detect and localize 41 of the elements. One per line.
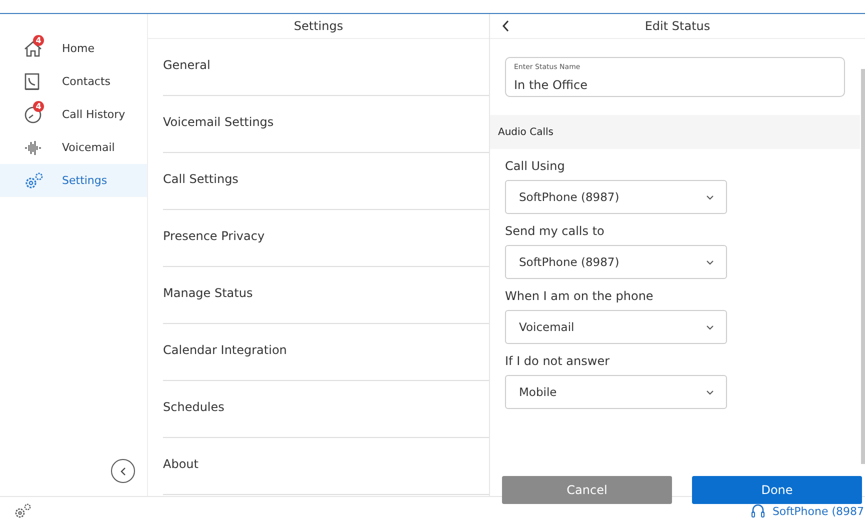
address-book-icon — [24, 72, 40, 90]
headset-icon — [750, 503, 766, 519]
dropdown-label: Send my calls to — [505, 224, 604, 238]
menu-item[interactable]: Schedules — [163, 381, 489, 438]
menu-item[interactable]: About — [163, 438, 489, 495]
dropdown-label: When I am on the phone — [505, 289, 654, 303]
chevron-left-icon — [502, 20, 509, 32]
dropdown-label: If I do not answer — [505, 354, 610, 368]
menu-item[interactable]: Manage Status — [163, 267, 489, 324]
section-header: Audio Calls — [490, 115, 860, 149]
sidebar-item[interactable]: 4 Home — [0, 32, 147, 65]
gears-icon — [24, 172, 44, 190]
notification-badge: 4 — [33, 100, 44, 112]
sidebar-item[interactable]: Voicemail — [0, 131, 147, 164]
panel-title: Edit Status — [644, 19, 710, 33]
chevron-down-icon — [706, 324, 714, 330]
menu-item[interactable]: Calendar Integration — [163, 324, 489, 381]
device-status[interactable]: SoftPhone (8987 — [772, 504, 864, 518]
scrollbar[interactable] — [861, 69, 865, 464]
dropdown[interactable]: Voicemail — [505, 310, 727, 344]
sidebar-item[interactable]: Settings — [0, 164, 147, 197]
menu-item[interactable]: Voicemail Settings — [163, 96, 489, 153]
chevron-down-icon — [706, 194, 714, 200]
dropdown-label: Call Using — [505, 159, 565, 173]
menu-item[interactable]: Call Settings — [163, 153, 489, 210]
panel-title: Settings — [148, 14, 489, 39]
dropdown[interactable]: SoftPhone (8987) — [505, 245, 727, 279]
menu-item[interactable]: Presence Privacy — [163, 210, 489, 267]
notification-badge: 4 — [33, 34, 44, 46]
chevron-down-icon — [706, 390, 714, 394]
gears-icon[interactable] — [14, 503, 32, 519]
dropdown[interactable]: SoftPhone (8987) — [505, 180, 727, 214]
menu-item[interactable]: General — [163, 39, 489, 96]
waveform-icon — [24, 140, 42, 156]
chevron-down-icon — [706, 260, 714, 264]
chevron-left-icon — [120, 466, 126, 476]
sidebar-item[interactable]: Contacts — [0, 65, 147, 98]
collapse-button[interactable] — [111, 459, 135, 483]
dropdown[interactable]: Mobile — [505, 375, 727, 409]
sidebar-item[interactable]: 4 Call History — [0, 98, 147, 131]
done-button[interactable]: Done — [692, 476, 862, 504]
